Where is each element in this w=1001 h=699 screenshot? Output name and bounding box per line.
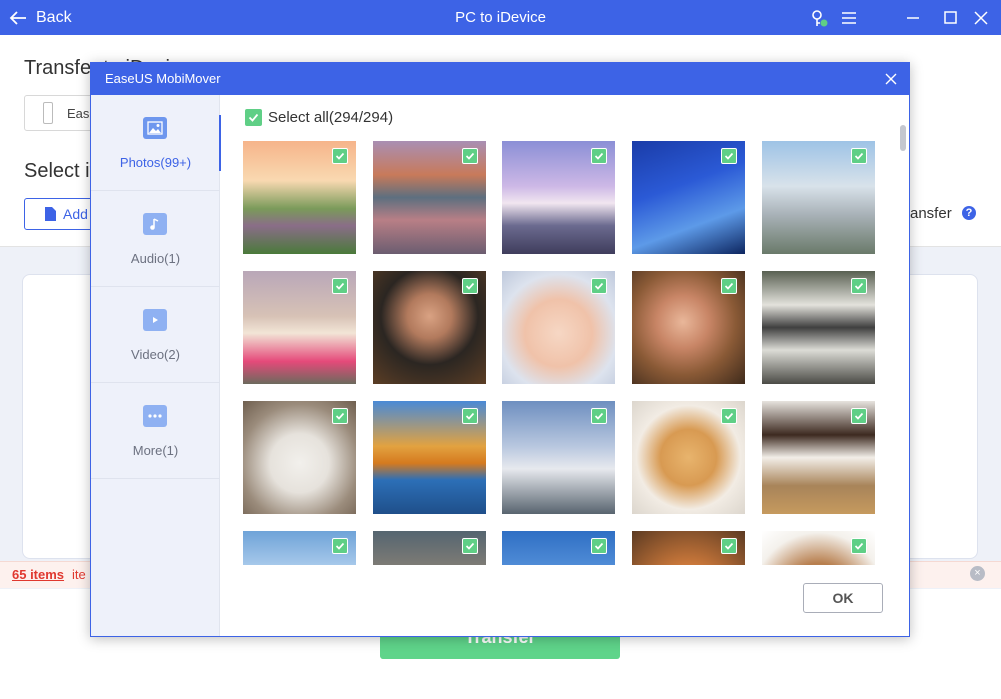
photo-thumbnail[interactable]	[762, 271, 875, 384]
photo-checkbox-checked-icon[interactable]	[591, 408, 607, 424]
minimize-icon	[907, 16, 919, 19]
photo-thumbnail[interactable]	[632, 531, 745, 565]
photo-thumbnail[interactable]	[373, 141, 486, 254]
account-button[interactable]	[804, 0, 834, 35]
photo-thumbnail[interactable]	[632, 141, 745, 254]
photo-thumbnail[interactable]	[373, 531, 486, 565]
photo-checkbox-checked-icon[interactable]	[332, 408, 348, 424]
ok-button[interactable]: OK	[803, 583, 883, 613]
hamburger-menu-icon	[842, 11, 856, 24]
photo-checkbox-checked-icon[interactable]	[721, 148, 737, 164]
add-label: Add	[63, 206, 88, 222]
photo-checkbox-checked-icon[interactable]	[721, 408, 737, 424]
photo-thumbnail[interactable]	[632, 271, 745, 384]
status-text: ite	[72, 567, 86, 582]
back-label: Back	[36, 8, 72, 26]
photo-checkbox-checked-icon[interactable]	[332, 148, 348, 164]
photo-content-pane: Select all(294/294) OK	[221, 95, 909, 636]
select-all-label: Select all(294/294)	[268, 109, 394, 126]
photo-thumbnail[interactable]	[243, 141, 356, 254]
category-video[interactable]: Video(2)	[91, 287, 220, 383]
maximize-button[interactable]	[935, 0, 965, 35]
phone-icon	[43, 102, 53, 124]
photo-checkbox-checked-icon[interactable]	[591, 148, 607, 164]
category-sidebar: Photos(99+) Audio(1) Video(2) More(1)	[91, 95, 222, 636]
status-items-link[interactable]: 65 items	[12, 567, 64, 582]
photo-thumbnail[interactable]	[243, 401, 356, 514]
category-photos[interactable]: Photos(99+)	[91, 95, 222, 191]
photo-checkbox-checked-icon[interactable]	[721, 538, 737, 554]
scrollbar-thumb[interactable]	[900, 125, 906, 151]
photo-thumbnail[interactable]	[243, 531, 356, 565]
select-items-heading: Select it	[24, 160, 96, 182]
minimize-button[interactable]	[898, 0, 928, 35]
file-picker-dialog: EaseUS MobiMover Photos(99+) Audio(1) Vi…	[90, 62, 910, 637]
photo-thumbnail[interactable]	[502, 401, 615, 514]
photo-checkbox-checked-icon[interactable]	[851, 148, 867, 164]
photo-checkbox-checked-icon[interactable]	[591, 538, 607, 554]
category-audio[interactable]: Audio(1)	[91, 191, 220, 287]
checkbox-checked-icon	[245, 109, 262, 126]
photo-thumbnail[interactable]	[243, 271, 356, 384]
dialog-title: EaseUS MobiMover	[105, 71, 221, 86]
photo-checkbox-checked-icon[interactable]	[462, 148, 478, 164]
photo-thumbnail[interactable]	[762, 531, 875, 565]
photo-thumbnail[interactable]	[502, 141, 615, 254]
select-all-checkbox[interactable]: Select all(294/294)	[245, 109, 393, 126]
photo-thumbnail[interactable]	[502, 271, 615, 384]
help-icon[interactable]: ?	[962, 206, 976, 220]
category-label: Photos(99+)	[119, 155, 192, 170]
category-more[interactable]: More(1)	[91, 383, 220, 479]
category-label: Audio(1)	[130, 251, 181, 266]
photo-thumbnail[interactable]	[632, 401, 745, 514]
photo-checkbox-checked-icon[interactable]	[851, 408, 867, 424]
photo-checkbox-checked-icon[interactable]	[462, 278, 478, 294]
app-titlebar: Back PC to iDevice	[0, 0, 1001, 35]
menu-button[interactable]	[834, 0, 864, 35]
back-arrow-icon	[9, 10, 26, 25]
photo-thumbnail[interactable]	[373, 271, 486, 384]
scrollbar[interactable]	[899, 125, 907, 565]
photo-checkbox-checked-icon[interactable]	[332, 538, 348, 554]
more-icon	[143, 405, 167, 427]
video-icon	[143, 309, 167, 331]
photo-thumbnail[interactable]	[502, 531, 615, 565]
transfer-option-label: ransfer	[905, 205, 952, 222]
dialog-titlebar: EaseUS MobiMover	[91, 63, 909, 95]
image-icon	[143, 117, 167, 139]
back-button[interactable]: Back	[8, 0, 72, 35]
photo-checkbox-checked-icon[interactable]	[721, 278, 737, 294]
category-label: More(1)	[132, 443, 179, 458]
photo-checkbox-checked-icon[interactable]	[462, 408, 478, 424]
close-window-button[interactable]	[966, 0, 996, 35]
photo-checkbox-checked-icon[interactable]	[851, 278, 867, 294]
maximize-icon	[943, 11, 957, 24]
close-icon	[885, 73, 897, 85]
photo-checkbox-checked-icon[interactable]	[591, 278, 607, 294]
category-label: Video(2)	[131, 347, 180, 362]
photo-checkbox-checked-icon[interactable]	[851, 538, 867, 554]
photo-checkbox-checked-icon[interactable]	[462, 538, 478, 554]
file-add-icon	[45, 207, 56, 221]
dialog-close-button[interactable]	[879, 67, 903, 91]
close-icon	[974, 10, 988, 25]
status-close-icon[interactable]: ×	[970, 566, 985, 581]
photo-checkbox-checked-icon[interactable]	[332, 278, 348, 294]
photo-thumbnail[interactable]	[762, 401, 875, 514]
user-key-icon	[812, 9, 828, 26]
photo-thumbnail[interactable]	[762, 141, 875, 254]
music-icon	[143, 213, 167, 235]
photo-thumbnail[interactable]	[373, 401, 486, 514]
photo-grid	[243, 141, 883, 565]
